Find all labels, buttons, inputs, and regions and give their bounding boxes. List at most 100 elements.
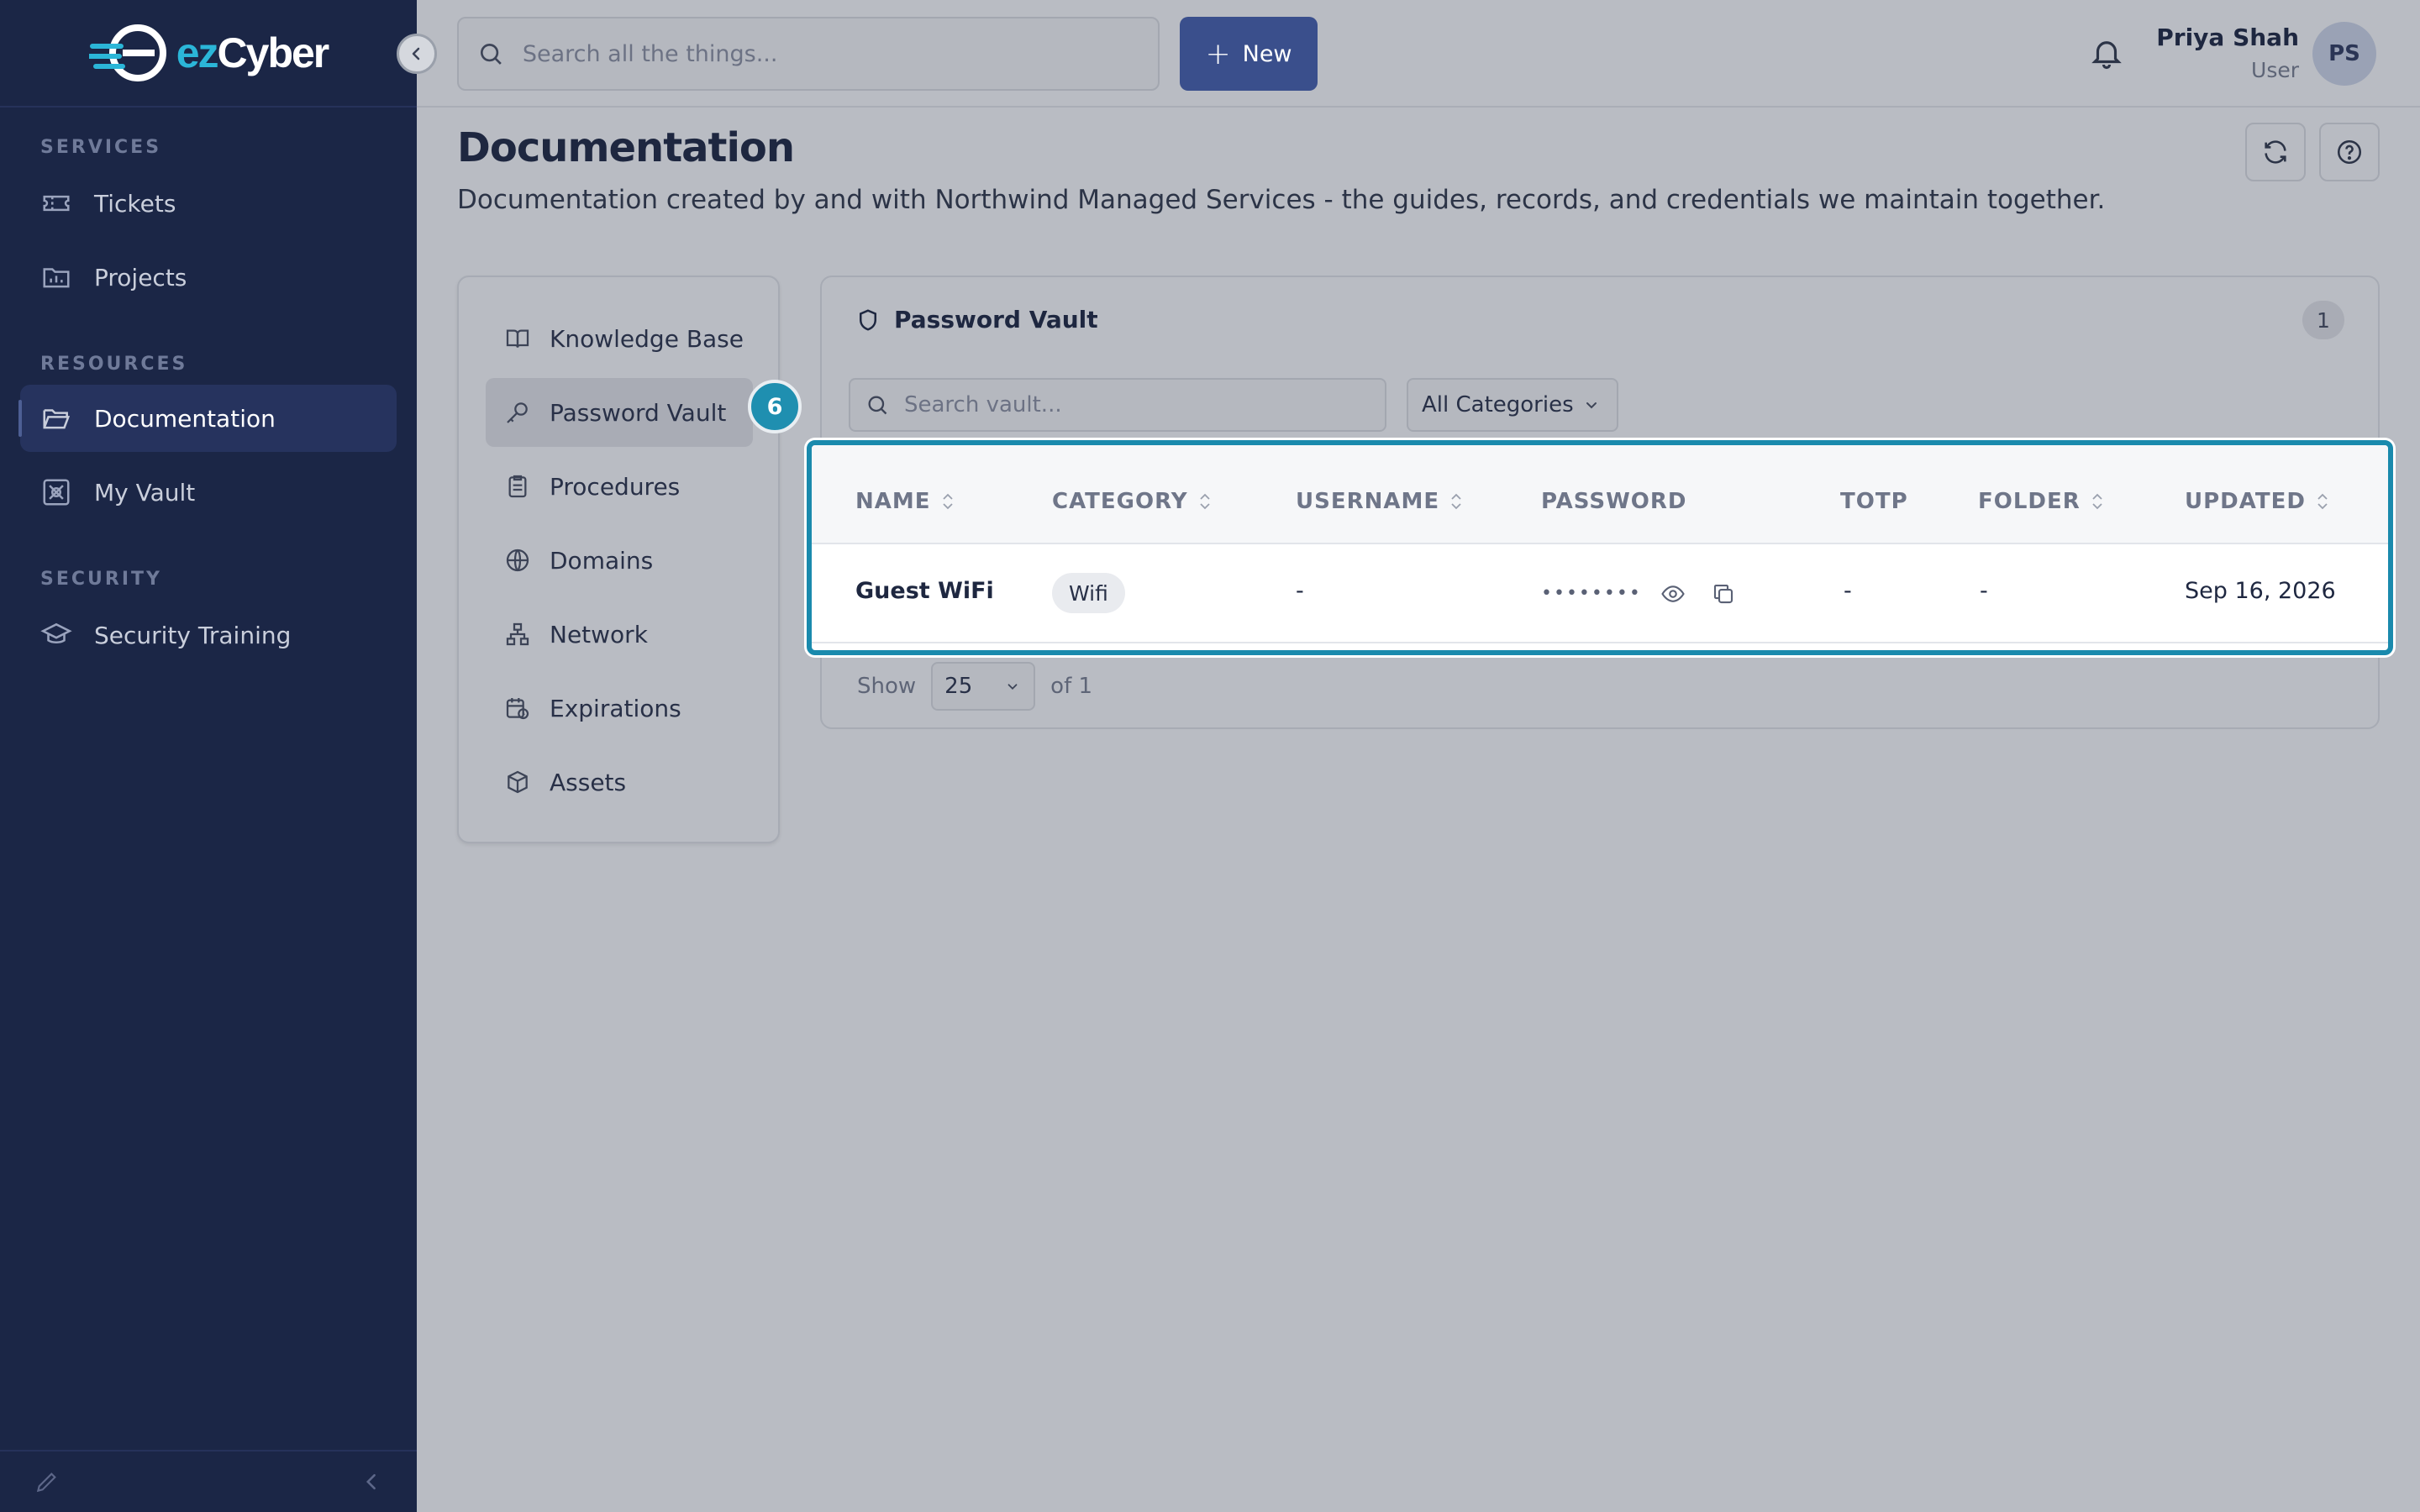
pagination: Show 25 of 1	[857, 662, 1092, 711]
globe-icon	[506, 549, 529, 572]
sort-icon	[942, 493, 953, 510]
pager-show-label: Show	[857, 674, 917, 699]
shield-icon	[860, 308, 876, 331]
sidebar-item-label: Tickets	[94, 189, 176, 218]
sort-icon	[2317, 493, 2328, 510]
doc-nav-label: Network	[550, 620, 648, 648]
sidebar-item-label: Security Training	[94, 621, 292, 649]
clipboard-icon	[508, 475, 527, 498]
vault-search[interactable]	[849, 378, 1386, 432]
cell-totp: -	[1844, 578, 1852, 604]
doc-nav-domains[interactable]: Domains	[486, 526, 753, 595]
vault-header: Password Vault	[855, 306, 1098, 333]
doc-nav-procedures[interactable]: Procedures	[486, 452, 753, 521]
global-search[interactable]	[457, 17, 1160, 91]
help-button[interactable]	[2319, 123, 2380, 181]
doc-nav-label: Expirations	[550, 694, 681, 722]
doc-nav-label: Knowledge Base	[550, 324, 744, 353]
page-size-value: 25	[944, 674, 973, 699]
cell-updated: Sep 16, 2026	[2185, 578, 2336, 604]
sort-icon	[2092, 493, 2102, 510]
sort-icon	[1199, 493, 1210, 510]
column-header-totp: TOTP	[1840, 489, 1908, 514]
folder-open-icon	[43, 409, 71, 429]
vault-count-badge: 1	[2302, 301, 2344, 339]
category-filter-select[interactable]: All Categories	[1407, 378, 1618, 432]
chevron-left-icon[interactable]	[361, 1471, 383, 1493]
column-header-updated[interactable]: UPDATED	[2185, 489, 2329, 514]
refresh-icon	[2265, 140, 2286, 164]
table-header: NAME CATEGORY USERNAME PASSWORD TOTP FOL…	[812, 445, 2388, 544]
sidebar-section-security: SECURITY	[40, 569, 162, 590]
pager-of-label: of 1	[1050, 674, 1093, 699]
chevron-down-icon	[1007, 684, 1018, 690]
category-chip: Wifi	[1052, 573, 1125, 613]
folder-chart-icon	[43, 268, 70, 288]
step-badge: 6	[748, 380, 802, 433]
doc-nav-network[interactable]: Network	[486, 600, 753, 669]
table-row[interactable]: Guest WiFi Wifi - •••••••• - - Sep 16, 2…	[812, 544, 2388, 643]
doc-nav-password-vault[interactable]: Password Vault	[486, 378, 753, 447]
category-filter-value: All Categories	[1422, 392, 1574, 417]
eye-icon[interactable]	[1660, 581, 1686, 606]
cell-name[interactable]: Guest WiFi	[855, 578, 994, 604]
vault-table: NAME CATEGORY USERNAME PASSWORD TOTP FOL…	[807, 440, 2393, 655]
sidebar-item-my-vault[interactable]: My Vault	[20, 459, 397, 526]
sidebar-section-resources: RESOURCES	[40, 354, 188, 375]
vault-title: Password Vault	[894, 306, 1098, 333]
column-header-category[interactable]: CATEGORY	[1052, 489, 1212, 514]
plus-icon: +	[1205, 36, 1231, 71]
search-icon	[480, 44, 502, 65]
doc-nav-label: Procedures	[550, 472, 681, 501]
avatar[interactable]: PS	[2312, 22, 2376, 86]
key-icon	[507, 402, 528, 423]
chevron-left-icon	[412, 47, 420, 60]
help-circle-icon	[2337, 139, 2362, 165]
cell-password-masked: ••••••••	[1541, 583, 1642, 604]
sidebar-section-services: SERVICES	[40, 137, 162, 158]
chevron-down-icon	[1586, 402, 1597, 409]
doc-nav-label: Domains	[550, 546, 654, 575]
column-header-folder[interactable]: FOLDER	[1978, 489, 2104, 514]
page-size-select[interactable]: 25	[931, 662, 1036, 711]
vault-search-input[interactable]	[904, 392, 1375, 417]
brand-logo[interactable]: ezCyber	[0, 0, 437, 108]
book-icon	[506, 329, 529, 348]
sidebar-item-label: My Vault	[94, 478, 196, 507]
doc-nav-expirations[interactable]: Expirations	[486, 674, 753, 743]
pencil-icon[interactable]	[34, 1468, 60, 1495]
cell-username: -	[1296, 578, 1304, 604]
search-icon	[868, 396, 887, 415]
doc-nav-assets[interactable]: Assets	[486, 748, 753, 816]
box-icon	[508, 770, 528, 794]
documentation-nav: Knowledge Base Password Vault Procedures…	[457, 276, 780, 843]
user-role: User	[2251, 58, 2299, 82]
sidebar-item-label: Projects	[94, 263, 187, 291]
bell-icon[interactable]	[2089, 34, 2124, 72]
column-header-password: PASSWORD	[1541, 489, 1687, 514]
sidebar-item-security-training[interactable]: Security Training	[20, 601, 397, 669]
graduation-cap-icon	[40, 622, 72, 643]
new-button-label: New	[1242, 40, 1292, 67]
column-header-username[interactable]: USERNAME	[1296, 489, 1463, 514]
refresh-button[interactable]	[2245, 123, 2306, 181]
sidebar-item-documentation[interactable]: Documentation	[18, 385, 397, 452]
user-info[interactable]: Priya Shah User	[2156, 24, 2299, 82]
ezcyber-logo-icon	[88, 24, 166, 81]
new-button[interactable]: + New	[1180, 17, 1318, 91]
sidebar-item-tickets[interactable]: Tickets	[20, 170, 397, 237]
sidebar-footer	[0, 1450, 417, 1512]
ticket-icon	[43, 195, 70, 212]
copy-icon[interactable]	[1711, 581, 1736, 606]
sidebar-item-label: Documentation	[94, 404, 276, 433]
doc-nav-label: Assets	[550, 768, 627, 796]
user-name: Priya Shah	[2156, 24, 2299, 51]
sidebar-item-projects[interactable]: Projects	[20, 244, 397, 311]
topbar: + New Priya Shah User PS	[417, 0, 2420, 108]
column-header-name[interactable]: NAME	[855, 489, 955, 514]
sidebar-collapse-button[interactable]	[397, 34, 437, 74]
search-input[interactable]	[522, 40, 1158, 67]
doc-nav-label: Password Vault	[550, 398, 727, 427]
doc-nav-knowledge-base[interactable]: Knowledge Base	[486, 304, 753, 373]
sidebar: ezCyber SERVICES Tickets Projects RESOUR…	[0, 0, 437, 1512]
